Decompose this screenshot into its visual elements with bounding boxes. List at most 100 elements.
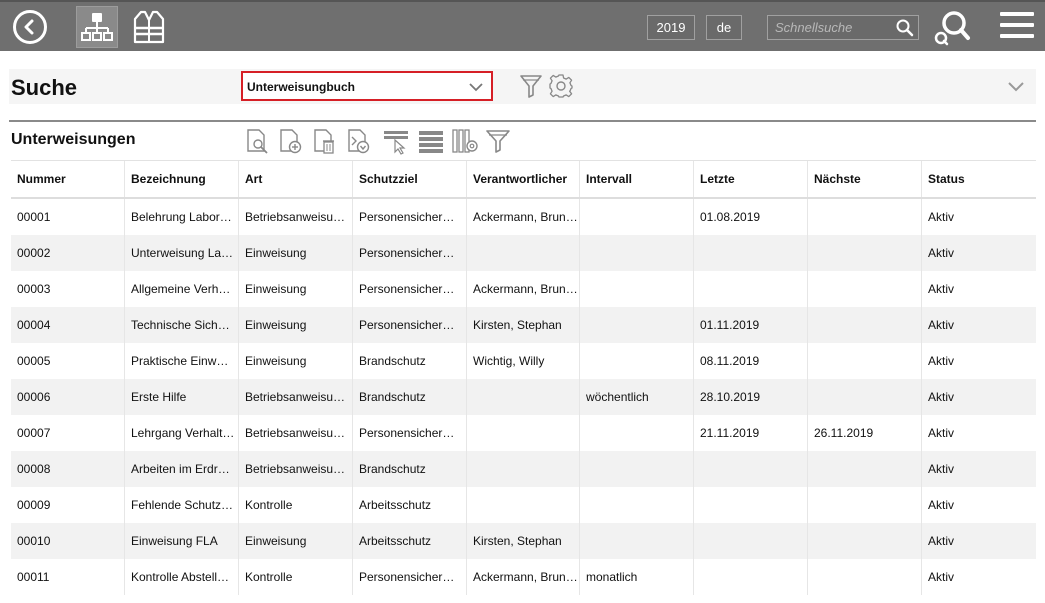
table-cell: Belehrung Labor… xyxy=(125,199,239,235)
table-cell: Personensicher… xyxy=(353,559,467,595)
top-bar: 2019 de xyxy=(0,0,1045,51)
menu-line-icon xyxy=(1000,12,1034,16)
column-header[interactable]: Status xyxy=(922,161,1036,197)
table-cell: 01.11.2019 xyxy=(694,307,808,343)
table-cell xyxy=(694,559,808,595)
org-chart-icon xyxy=(81,13,113,41)
back-button[interactable] xyxy=(13,10,47,44)
table-cell: Brandschutz xyxy=(353,379,467,415)
table-cell: 26.11.2019 xyxy=(808,415,922,451)
search-icon[interactable] xyxy=(895,18,915,38)
column-header[interactable]: Nummer xyxy=(11,161,125,197)
chevron-down-icon[interactable] xyxy=(1007,77,1025,95)
hamburger-menu-button[interactable] xyxy=(1000,12,1034,42)
advanced-search-icon[interactable] xyxy=(933,8,971,46)
table-cell: Arbeitsschutz xyxy=(353,487,467,523)
table-cell xyxy=(808,235,922,271)
table-row[interactable]: 00001 Belehrung Labor… Betriebsanweisu… Per… xyxy=(11,199,1036,235)
table-row[interactable]: 00006 Erste Hilfe Betriebsanweisu… Brandsch… xyxy=(11,379,1036,415)
table-cell: Praktische Einw… xyxy=(125,343,239,379)
table-cell: Aktiv xyxy=(928,282,955,296)
safety-vest-button[interactable] xyxy=(130,8,168,46)
table-cell xyxy=(580,307,694,343)
table-cell: Aktiv xyxy=(928,246,955,260)
column-header[interactable]: Letzte xyxy=(694,161,808,197)
table-row[interactable]: 00011 Kontrolle Abstell… Kontrolle Personen… xyxy=(11,559,1036,595)
table-cell: 28.10.2019 xyxy=(694,379,808,415)
back-arrow-icon xyxy=(24,19,34,35)
table-cell: Aktiv xyxy=(928,570,955,584)
search-header: Suche Unterweisungbuch xyxy=(9,69,1036,104)
add-document-icon[interactable] xyxy=(278,127,304,155)
table-cell: 00011 xyxy=(11,559,125,595)
year-selector[interactable]: 2019 xyxy=(647,15,695,40)
table-cell: Aktiv xyxy=(928,498,955,512)
table-row[interactable]: 00010 Einweisung FLA Einweisung Arbeitsschu… xyxy=(11,523,1036,559)
quicksearch-input[interactable] xyxy=(768,16,892,39)
column-header[interactable]: Verantwortlicher xyxy=(467,161,580,197)
table-cell: Personensicher… xyxy=(353,307,467,343)
table-cell: Lehrgang Verhalt… xyxy=(125,415,239,451)
column-header[interactable]: Art xyxy=(239,161,353,197)
rows-icon[interactable] xyxy=(418,127,444,155)
table-cell: Betriebsanweisu… xyxy=(239,415,353,451)
table-row[interactable]: 00009 Fehlende Schutz… Kontrolle Arbeitssch… xyxy=(11,487,1036,523)
table-row[interactable]: 00007 Lehrgang Verhalt… Betriebsanweisu… Pe… xyxy=(11,415,1036,451)
search-document-icon[interactable] xyxy=(245,127,271,155)
menu-line-icon xyxy=(1000,23,1034,27)
org-structure-button[interactable] xyxy=(76,6,118,48)
delete-document-icon[interactable] xyxy=(312,127,338,155)
page-title: Suche xyxy=(11,75,78,100)
table-cell: Einweisung xyxy=(239,235,353,271)
table-cell xyxy=(467,451,580,487)
table-cell: Arbeitsschutz xyxy=(353,523,467,559)
table-cell xyxy=(808,271,922,307)
table-cell: 00004 xyxy=(11,307,125,343)
table-cell: 00008 xyxy=(11,451,125,487)
table-cell: 08.11.2019 xyxy=(694,343,808,379)
table-cell: Kontrolle Abstell… xyxy=(125,559,239,595)
export-document-icon[interactable] xyxy=(346,127,372,155)
table-cell xyxy=(808,451,922,487)
search-type-dropdown[interactable]: Unterweisungbuch xyxy=(241,71,493,101)
gear-icon[interactable] xyxy=(549,74,573,98)
table-cell: 21.11.2019 xyxy=(694,415,808,451)
filter-icon[interactable] xyxy=(485,127,511,155)
table-cell xyxy=(580,415,694,451)
table-row[interactable]: 00004 Technische Sich… Einweisung Personens… xyxy=(11,307,1036,343)
language-selector[interactable]: de xyxy=(706,15,742,40)
table-body: 00001 Belehrung Labor… Betriebsanweisu… Per… xyxy=(11,199,1036,595)
table-cell: Fehlende Schutz… xyxy=(125,487,239,523)
column-header[interactable]: Nächste xyxy=(808,161,922,197)
table-header-row: Nummer Bezeichnung Art Schutzziel Verantwort… xyxy=(11,161,1036,199)
columns-settings-icon[interactable] xyxy=(452,127,478,155)
column-header[interactable]: Bezeichnung xyxy=(125,161,239,197)
column-header[interactable]: Intervall xyxy=(580,161,694,197)
table-row[interactable]: 00003 Allgemeine Verh… Einweisung Personens… xyxy=(11,271,1036,307)
table-cell: 00003 xyxy=(11,271,125,307)
column-header[interactable]: Schutzziel xyxy=(353,161,467,197)
table-cell: Kontrolle xyxy=(239,487,353,523)
table-row[interactable]: 00005 Praktische Einw… Einweisung Brandschu… xyxy=(11,343,1036,379)
section-divider xyxy=(9,120,1036,122)
table-cell xyxy=(580,451,694,487)
table-row[interactable]: 00008 Arbeiten im Erdr… Betriebsanweisu… Br… xyxy=(11,451,1036,487)
table-cell xyxy=(467,487,580,523)
table-cell: Kontrolle xyxy=(239,559,353,595)
table-cell: Aktiv xyxy=(928,462,955,476)
table-cell: Einweisung xyxy=(239,271,353,307)
table-cell: Allgemeine Verh… xyxy=(125,271,239,307)
table-cell: Betriebsanweisu… xyxy=(239,379,353,415)
table-cell xyxy=(808,379,922,415)
table-cell: Ackermann, Brun… xyxy=(467,271,580,307)
table-cell: 00001 xyxy=(11,199,125,235)
filter-icon[interactable] xyxy=(519,73,543,99)
table-cell: wöchentlich xyxy=(580,379,694,415)
select-row-icon[interactable] xyxy=(383,127,409,155)
table-row[interactable]: 00002 Unterweisung La… Einweisung Personens… xyxy=(11,235,1036,271)
table-cell: Kirsten, Stephan xyxy=(467,523,580,559)
table-cell: Personensicher… xyxy=(353,235,467,271)
table-cell: Einweisung xyxy=(239,307,353,343)
table-cell xyxy=(580,271,694,307)
list-title: Unterweisungen xyxy=(11,131,136,148)
